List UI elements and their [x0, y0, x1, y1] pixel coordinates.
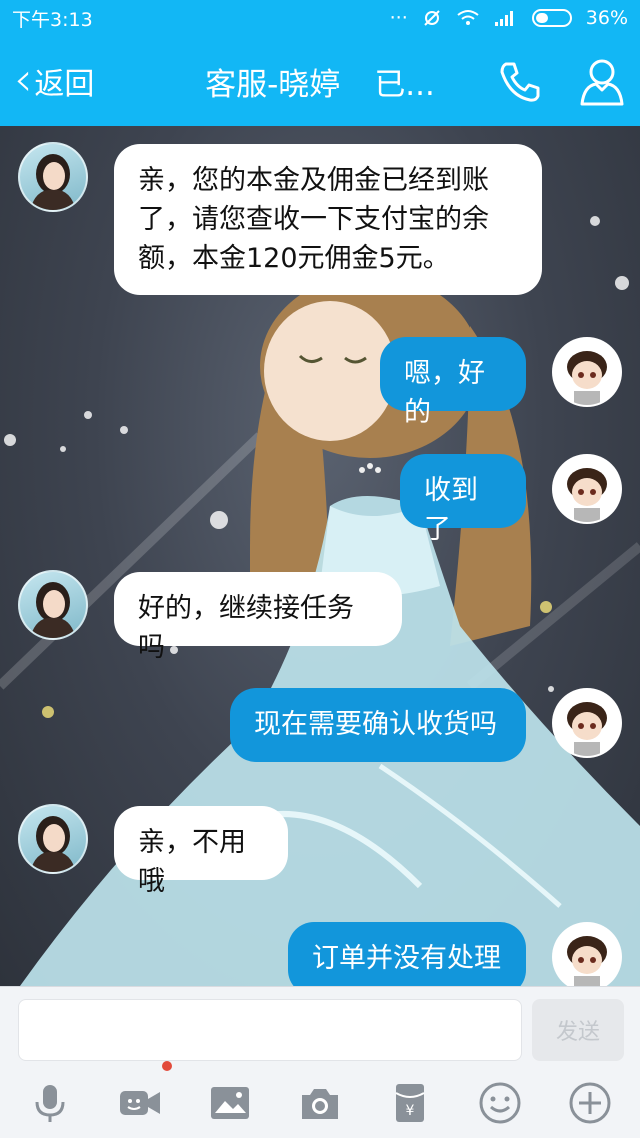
plus-icon[interactable] — [562, 1075, 618, 1131]
chat-title[interactable]: 客服-晓婷 已... — [0, 36, 640, 126]
input-area: 发送 ¥ — [0, 986, 640, 1138]
input-toolbar: ¥ — [0, 1061, 640, 1133]
contact-status: 已... — [374, 66, 435, 103]
video-call-icon[interactable] — [112, 1075, 168, 1131]
microphone-icon[interactable] — [22, 1075, 78, 1131]
profile-icon[interactable] — [578, 56, 626, 108]
message-text: 了，请您查收一下支付宝的余 — [138, 204, 489, 235]
user-avatar[interactable] — [552, 337, 622, 407]
message-bubble[interactable]: 订单并没有处理 — [288, 922, 526, 986]
mute-icon — [424, 10, 440, 26]
wifi-icon — [457, 10, 479, 25]
status-time: 下午3:13 — [12, 8, 93, 31]
user-avatar[interactable] — [552, 454, 622, 524]
agent-avatar[interactable] — [18, 570, 88, 640]
message-bubble[interactable]: 现在需要确认收货吗 — [230, 688, 526, 762]
system-icons: ··· 36% — [390, 7, 628, 29]
message-text: 额，本金120元佣金5元。 — [138, 243, 450, 274]
message-text: 订单并没有处理 — [312, 943, 501, 974]
agent-avatar[interactable] — [18, 142, 88, 212]
chat-area[interactable]: 亲，您的本金及佣金已经到账 了，请您查收一下支付宝的余 额，本金120元佣金5元… — [0, 126, 640, 986]
camera-icon[interactable] — [292, 1075, 348, 1131]
battery-percent: 36% — [585, 7, 628, 29]
message-text: 现在需要确认收货吗 — [254, 709, 497, 740]
message-text: 亲，您的本金及佣金已经到账 — [138, 165, 489, 196]
message-bubble[interactable]: 亲，您的本金及佣金已经到账 了，请您查收一下支付宝的余 额，本金120元佣金5元… — [114, 144, 542, 295]
message-input[interactable] — [18, 999, 522, 1061]
red-packet-icon[interactable]: ¥ — [382, 1075, 438, 1131]
user-avatar[interactable] — [552, 922, 622, 986]
agent-avatar[interactable] — [18, 804, 88, 874]
user-avatar[interactable] — [552, 688, 622, 758]
svg-text:¥: ¥ — [406, 1103, 415, 1119]
message-bubble[interactable]: 亲，不用哦 — [114, 806, 288, 897]
send-button[interactable]: 发送 — [532, 999, 624, 1061]
signal-icon — [494, 11, 513, 26]
image-icon[interactable] — [202, 1075, 258, 1131]
emoji-icon[interactable] — [472, 1075, 528, 1131]
notification-dot — [162, 1061, 172, 1071]
status-bar: 下午3:13 ··· 36% — [0, 0, 640, 36]
title-bar: ‹ 返回 客服-晓婷 已... — [0, 36, 640, 126]
contact-name: 客服-晓婷 — [205, 66, 341, 103]
message-bubble[interactable]: 收到了 — [400, 454, 526, 545]
battery-icon — [531, 9, 572, 27]
message-bubble[interactable]: 嗯，好的 — [380, 337, 526, 428]
message-bubble[interactable]: 好的，继续接任务吗 — [114, 572, 402, 663]
more-dots-icon: ··· — [389, 7, 408, 29]
phone-icon[interactable] — [496, 58, 544, 106]
